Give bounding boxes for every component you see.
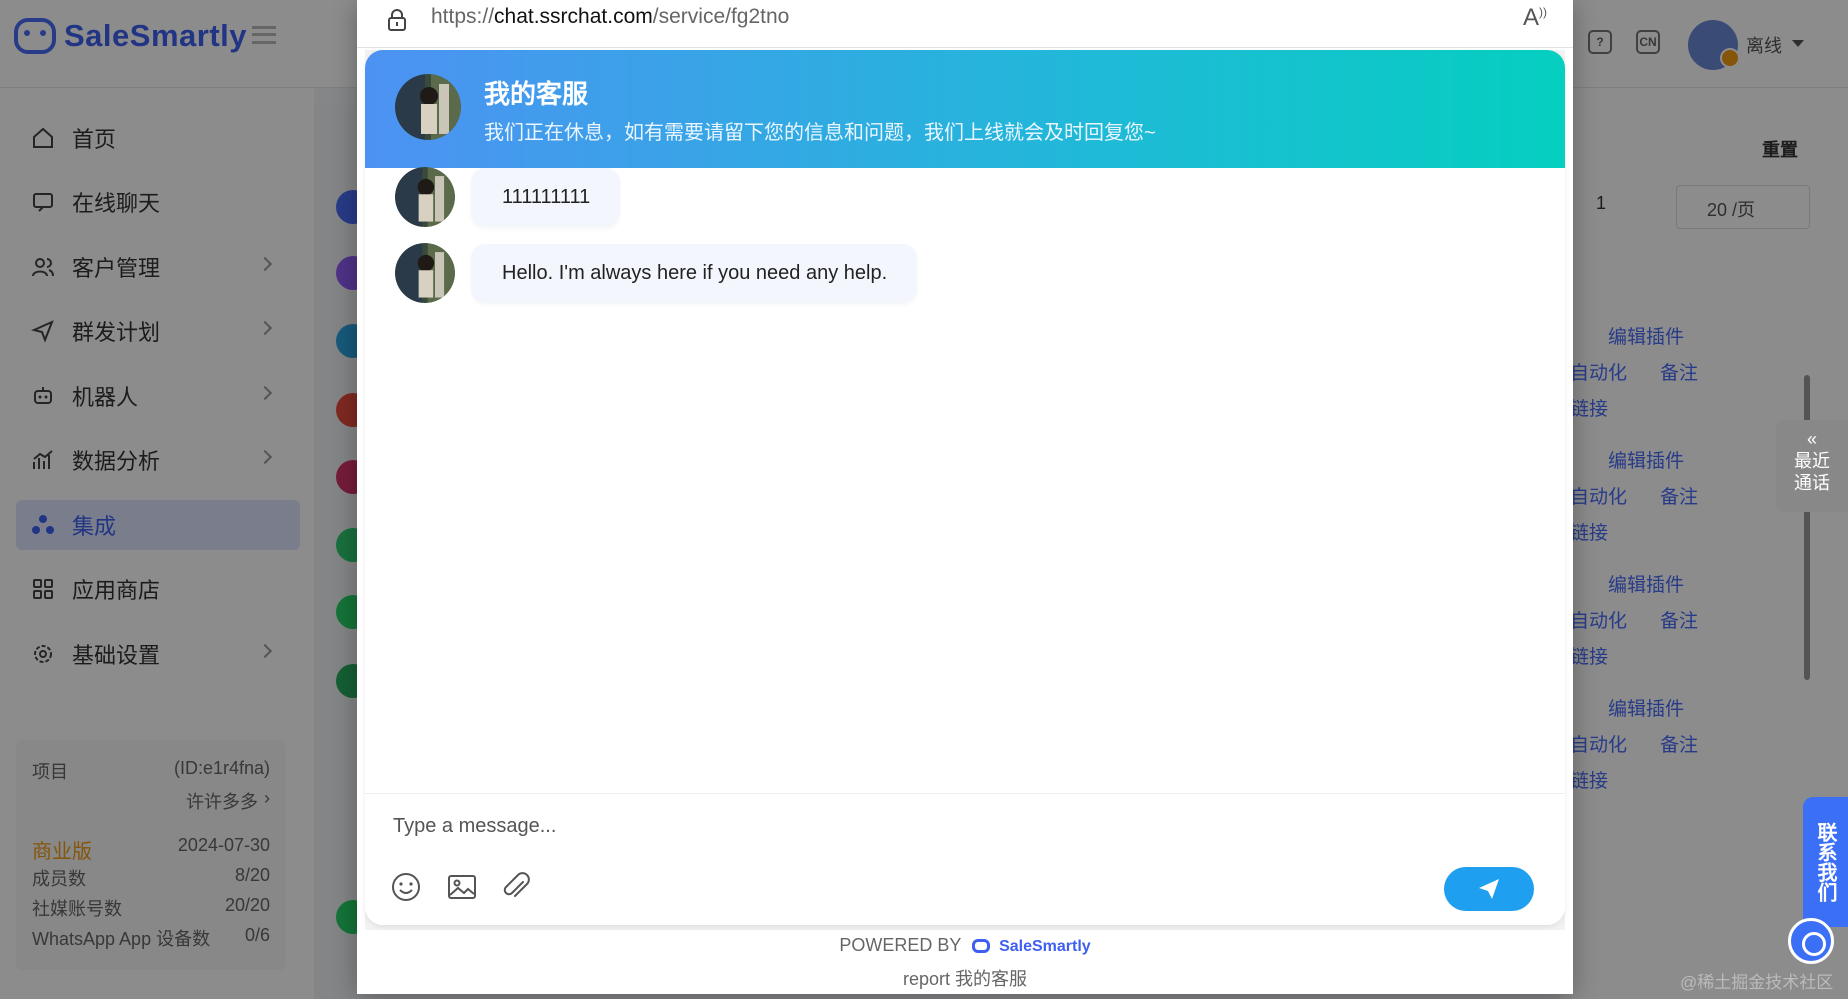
- message-row: Hello. I'm always here if you need any h…: [395, 243, 918, 303]
- message-row: 111111111: [395, 167, 621, 227]
- message-input[interactable]: [393, 808, 1293, 844]
- salesmartly-logo-icon: [972, 939, 991, 953]
- agent-avatar: [395, 74, 461, 140]
- lock-icon[interactable]: [387, 8, 407, 32]
- recent-calls-label: 最近通话: [1794, 451, 1830, 493]
- composer: [365, 793, 1565, 925]
- chat-widget: 我的客服 我们正在休息，如有需要请留下您的信息和问题，我们上线就会及时回复您~: [365, 50, 1565, 925]
- url-path: /service/fg2tno: [652, 5, 790, 28]
- url-host: chat.ssrchat.com: [494, 5, 653, 28]
- powered-by-label: POWERED BY: [839, 935, 962, 955]
- powered-by: POWERED BY SaleSmartly: [365, 935, 1565, 956]
- powered-brand[interactable]: SaleSmartly: [999, 938, 1091, 955]
- image-icon[interactable]: [445, 870, 479, 904]
- emoji-icon[interactable]: [389, 870, 423, 904]
- chevron-left-icon: «: [1806, 429, 1817, 449]
- chat-title: 我的客服: [484, 79, 589, 109]
- send-icon: [1479, 879, 1499, 899]
- chat-header: 我的客服 我们正在休息，如有需要请留下您的信息和问题，我们上线就会及时回复您~: [365, 50, 1565, 168]
- send-button[interactable]: [1444, 867, 1534, 911]
- chat-subtitle: 我们正在休息，如有需要请留下您的信息和问题，我们上线就会及时回复您~: [484, 122, 1156, 144]
- chat-popup-window: https://chat.ssrchat.com/service/fg2tno …: [357, 0, 1573, 994]
- chat-frame: 我的客服 我们正在休息，如有需要请留下您的信息和问题，我们上线就会及时回复您~: [365, 50, 1565, 989]
- watermark: @稀土掘金技术社区: [1680, 973, 1834, 992]
- chat-bubble-icon[interactable]: [1788, 918, 1834, 964]
- url-text[interactable]: https://chat.ssrchat.com/service/fg2tno: [431, 5, 789, 29]
- url-scheme: https://: [431, 5, 495, 28]
- contact-us-tab[interactable]: 联系我们: [1803, 797, 1848, 927]
- read-aloud-icon[interactable]: A)): [1523, 4, 1547, 32]
- agent-avatar: [395, 167, 455, 227]
- message-bubble: 111111111: [471, 167, 621, 227]
- report-link[interactable]: report 我的客服: [365, 965, 1565, 991]
- recent-calls-tab[interactable]: « 最近通话: [1776, 420, 1848, 512]
- attachment-icon[interactable]: [499, 870, 533, 904]
- message-bubble: Hello. I'm always here if you need any h…: [471, 243, 918, 303]
- address-bar[interactable]: https://chat.ssrchat.com/service/fg2tno …: [357, 0, 1573, 48]
- agent-avatar: [395, 243, 455, 303]
